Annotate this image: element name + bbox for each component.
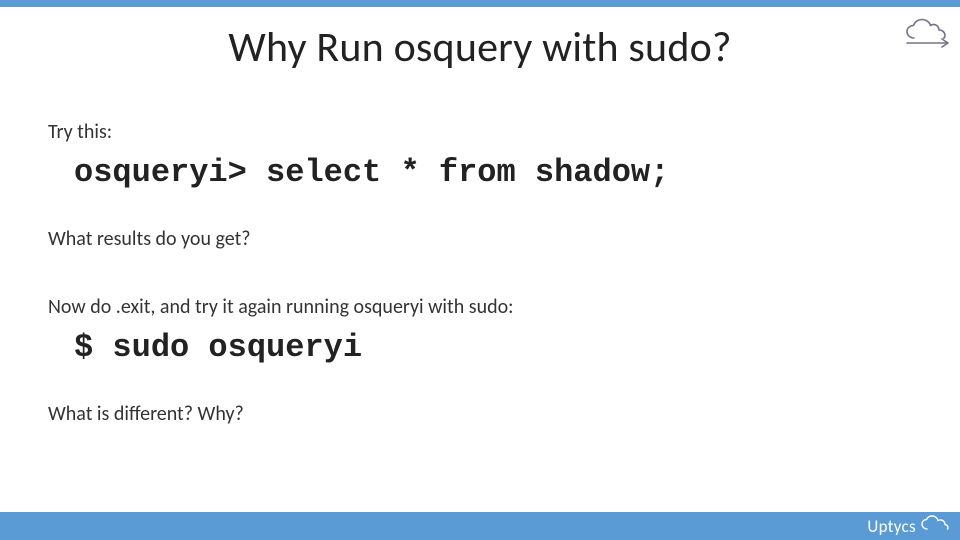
paragraph-now-do-exit: Now do .exit, and try it again running o… — [48, 295, 912, 319]
code-block-select-shadow: osqueryi> select * from shadow; — [74, 154, 912, 191]
slide-title: Why Run osquery with sudo? — [0, 22, 960, 73]
bottom-brand-bar: Uptycs — [0, 512, 960, 540]
slide-body: Try this: osqueryi> select * from shadow… — [48, 120, 912, 434]
top-accent-bar — [0, 0, 960, 7]
brand-label: Uptycs — [867, 516, 916, 537]
paragraph-what-results: What results do you get? — [48, 227, 912, 251]
code-block-sudo-osqueryi: $ sudo osqueryi — [74, 329, 912, 366]
paragraph-what-is-different: What is different? Why? — [48, 402, 912, 426]
cloud-icon — [920, 515, 950, 538]
paragraph-try-this: Try this: — [48, 120, 912, 144]
